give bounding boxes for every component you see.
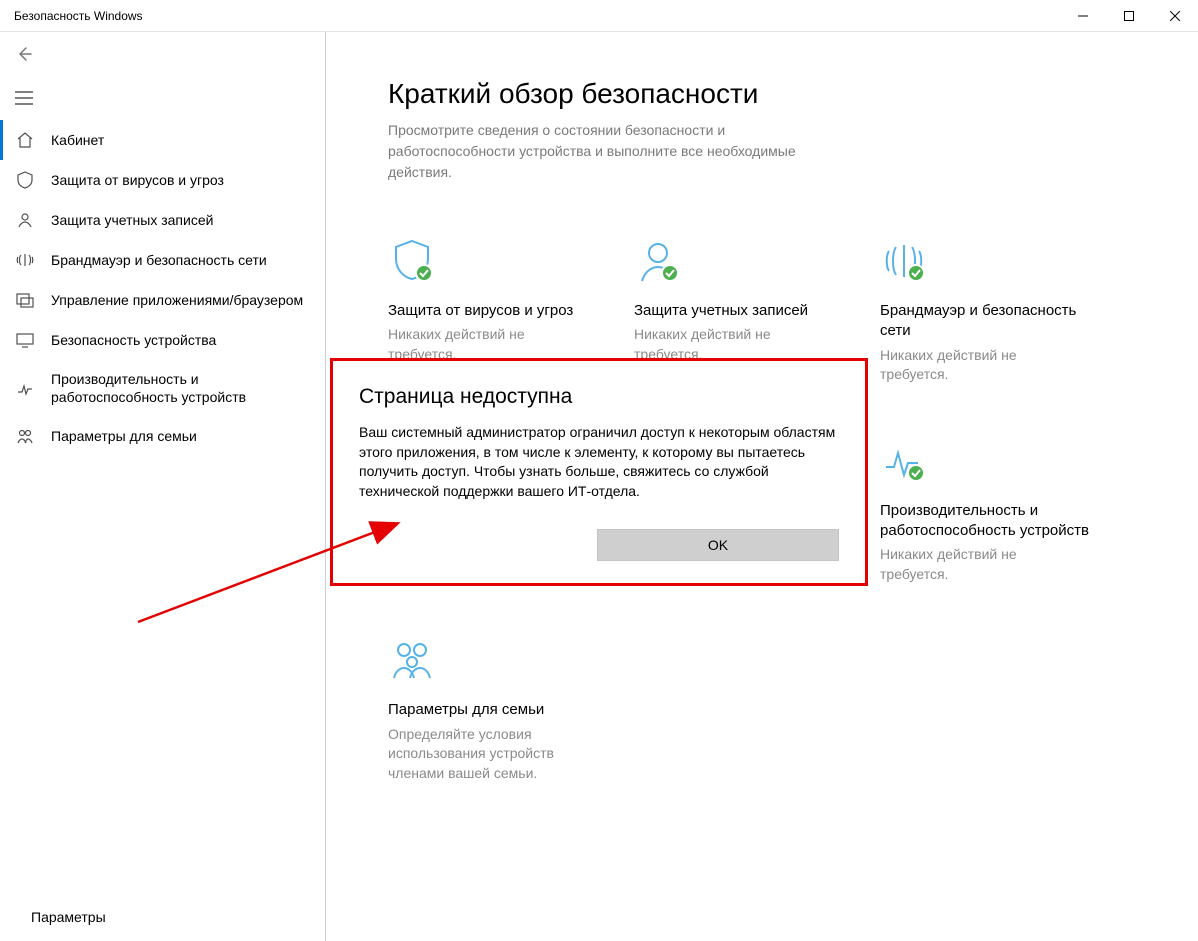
- sidebar-item-settings[interactable]: Параметры: [0, 899, 325, 935]
- tile-title: Защита от вирусов и угроз: [388, 301, 618, 321]
- family-icon: [15, 426, 35, 446]
- sidebar-item-label: Параметры для семьи: [51, 427, 197, 445]
- tile-firewall[interactable]: Брандмауэр и безопасность сети Никаких д…: [880, 229, 1110, 385]
- tile-title: Брандмауэр и безопасность сети: [880, 301, 1110, 342]
- tile-account-icon: [634, 229, 864, 285]
- page-title: Краткий обзор безопасности: [388, 78, 1198, 110]
- sidebar-item-label: Управление приложениями/браузером: [51, 291, 303, 309]
- tile-family-icon: [388, 628, 618, 684]
- sidebar-item-label: Производительность и работоспособность у…: [51, 370, 315, 406]
- sidebar-item-label: Безопасность устройства: [51, 331, 216, 349]
- tile-family[interactable]: Параметры для семьи Определяйте условия …: [388, 628, 618, 783]
- sidebar-item-label: Брандмауэр и безопасность сети: [51, 251, 267, 269]
- home-icon: [15, 130, 35, 150]
- tile-title: Параметры для семьи: [388, 700, 618, 720]
- performance-icon: [15, 378, 35, 398]
- sidebar-item-device[interactable]: Безопасность устройства: [0, 320, 325, 360]
- tile-performance[interactable]: Производительность и работоспособность у…: [880, 429, 1110, 585]
- shield-icon: [15, 170, 35, 190]
- dialog-body: Ваш системный администратор ограничил до…: [359, 423, 839, 501]
- app-browser-icon: [15, 290, 35, 310]
- tile-title: Производительность и работоспособность у…: [880, 501, 1110, 542]
- account-icon: [15, 210, 35, 230]
- titlebar: Безопасность Windows: [0, 0, 1198, 32]
- sidebar-item-home[interactable]: Кабинет: [0, 120, 325, 160]
- device-icon: [15, 330, 35, 350]
- sidebar-item-label: Защита от вирусов и угроз: [51, 171, 224, 189]
- sidebar-item-firewall[interactable]: Брандмауэр и безопасность сети: [0, 240, 325, 280]
- sidebar-item-label: Параметры: [31, 909, 106, 925]
- tile-shield-icon: [388, 229, 618, 285]
- tile-subtitle: Определяйте условия использования устрой…: [388, 725, 588, 784]
- back-button[interactable]: [0, 32, 325, 76]
- dialog-page-unavailable: Страница недоступна Ваш системный админи…: [330, 358, 868, 586]
- minimize-button[interactable]: [1060, 0, 1106, 31]
- back-arrow-icon: [15, 45, 33, 63]
- firewall-icon: [15, 250, 35, 270]
- window-title: Безопасность Windows: [14, 9, 143, 23]
- tile-performance-icon: [880, 429, 1110, 485]
- sidebar-item-virus[interactable]: Защита от вирусов и угроз: [0, 160, 325, 200]
- dialog-actions: OK: [359, 529, 839, 561]
- maximize-button[interactable]: [1106, 0, 1152, 31]
- page-subtitle: Просмотрите сведения о состоянии безопас…: [388, 120, 808, 183]
- tile-title: Защита учетных записей: [634, 301, 864, 321]
- close-button[interactable]: [1152, 0, 1198, 31]
- tile-subtitle: Никаких действий не требуется.: [880, 545, 1080, 584]
- sidebar-item-account[interactable]: Защита учетных записей: [0, 200, 325, 240]
- window-controls: [1060, 0, 1198, 31]
- sidebar-item-label: Кабинет: [51, 131, 104, 149]
- tile-subtitle: Никаких действий не требуется.: [880, 346, 1080, 385]
- hamburger-button[interactable]: [0, 76, 325, 120]
- sidebar-item-performance[interactable]: Производительность и работоспособность у…: [0, 360, 325, 416]
- sidebar: Кабинет Защита от вирусов и угроз Защита…: [0, 32, 326, 941]
- hamburger-icon: [15, 91, 33, 105]
- dialog-ok-button[interactable]: OK: [597, 529, 839, 561]
- sidebar-item-appbrowser[interactable]: Управление приложениями/браузером: [0, 280, 325, 320]
- sidebar-item-label: Защита учетных записей: [51, 211, 213, 229]
- sidebar-item-family[interactable]: Параметры для семьи: [0, 416, 325, 456]
- dialog-title: Страница недоступна: [359, 385, 839, 409]
- tile-firewall-icon: [880, 229, 1110, 285]
- sidebar-nav: Кабинет Защита от вирусов и угроз Защита…: [0, 120, 325, 899]
